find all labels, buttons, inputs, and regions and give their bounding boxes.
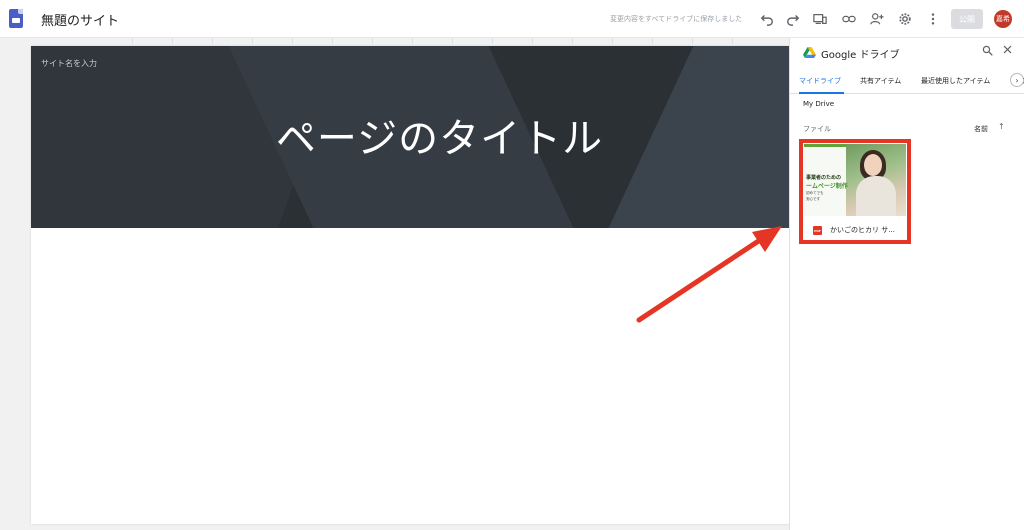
drive-tabs: マイドライブ 共有アイテム 最近使用したアイテム › ス: [790, 70, 1024, 94]
save-status: 変更内容をすべてドライブに保存しました: [610, 15, 743, 23]
thumbnail-stripe: [804, 144, 846, 147]
thumbnail-text: 安心です: [806, 197, 820, 201]
thumbnail-text: ームページ制作: [806, 183, 848, 190]
file-thumbnail: 事業者のための ームページ制作 初めてでも 安心です: [804, 144, 906, 216]
top-toolbar: 無題のサイト 変更内容をすべてドライブに保存しました 公開 嘉希: [0, 0, 1024, 38]
close-icon[interactable]: [1002, 44, 1013, 58]
link-icon[interactable]: [841, 11, 857, 27]
tab-recent[interactable]: 最近使用したアイテム: [921, 76, 990, 86]
breadcrumb[interactable]: My Drive: [803, 100, 834, 108]
thumbnail-text: 事業者のための: [806, 175, 842, 181]
thumbnail-face: [864, 154, 882, 176]
active-tab-indicator: [799, 92, 844, 94]
header-banner[interactable]: サイト名を入力 ページのタイトル: [31, 46, 789, 228]
google-sites-logo-icon[interactable]: [9, 9, 23, 28]
settings-gear-icon[interactable]: [897, 11, 913, 27]
file-name: かいごのヒカリ サ...: [830, 226, 895, 234]
more-vert-icon[interactable]: [925, 11, 941, 27]
site-name-input[interactable]: サイト名を入力: [41, 58, 97, 69]
publish-button[interactable]: 公開: [951, 9, 983, 29]
add-editor-icon[interactable]: [869, 11, 885, 27]
preview-devices-icon[interactable]: [812, 11, 828, 27]
tab-my-drive[interactable]: マイドライブ: [799, 76, 841, 86]
site-page[interactable]: サイト名を入力 ページのタイトル: [31, 46, 789, 524]
sort-direction-icon[interactable]: ↑: [998, 122, 1005, 131]
avatar[interactable]: 嘉希: [994, 10, 1012, 28]
search-icon[interactable]: [982, 45, 993, 59]
redo-icon[interactable]: [785, 11, 801, 27]
drive-file-card[interactable]: 事業者のための ームページ制作 初めてでも 安心です PDF かいごのヒカリ サ…: [799, 139, 911, 244]
google-drive-logo-icon: [803, 47, 816, 58]
page-title[interactable]: ページのタイトル: [31, 106, 789, 164]
drive-panel-title: Google ドライブ: [821, 50, 900, 61]
thumbnail-body: [856, 176, 896, 216]
ruler: [132, 38, 748, 44]
tab-shared[interactable]: 共有アイテム: [860, 76, 901, 86]
google-drive-panel: Google ドライブ マイドライブ 共有アイテム 最近使用したアイテム › ス…: [789, 38, 1024, 530]
sort-by-name-button[interactable]: 名前: [974, 124, 988, 134]
pdf-icon: PDF: [813, 226, 822, 235]
thumbnail-text: 初めてでも: [806, 191, 824, 195]
site-title[interactable]: 無題のサイト: [41, 10, 119, 29]
files-section-label: ファイル: [803, 125, 831, 133]
undo-icon[interactable]: [759, 11, 775, 27]
